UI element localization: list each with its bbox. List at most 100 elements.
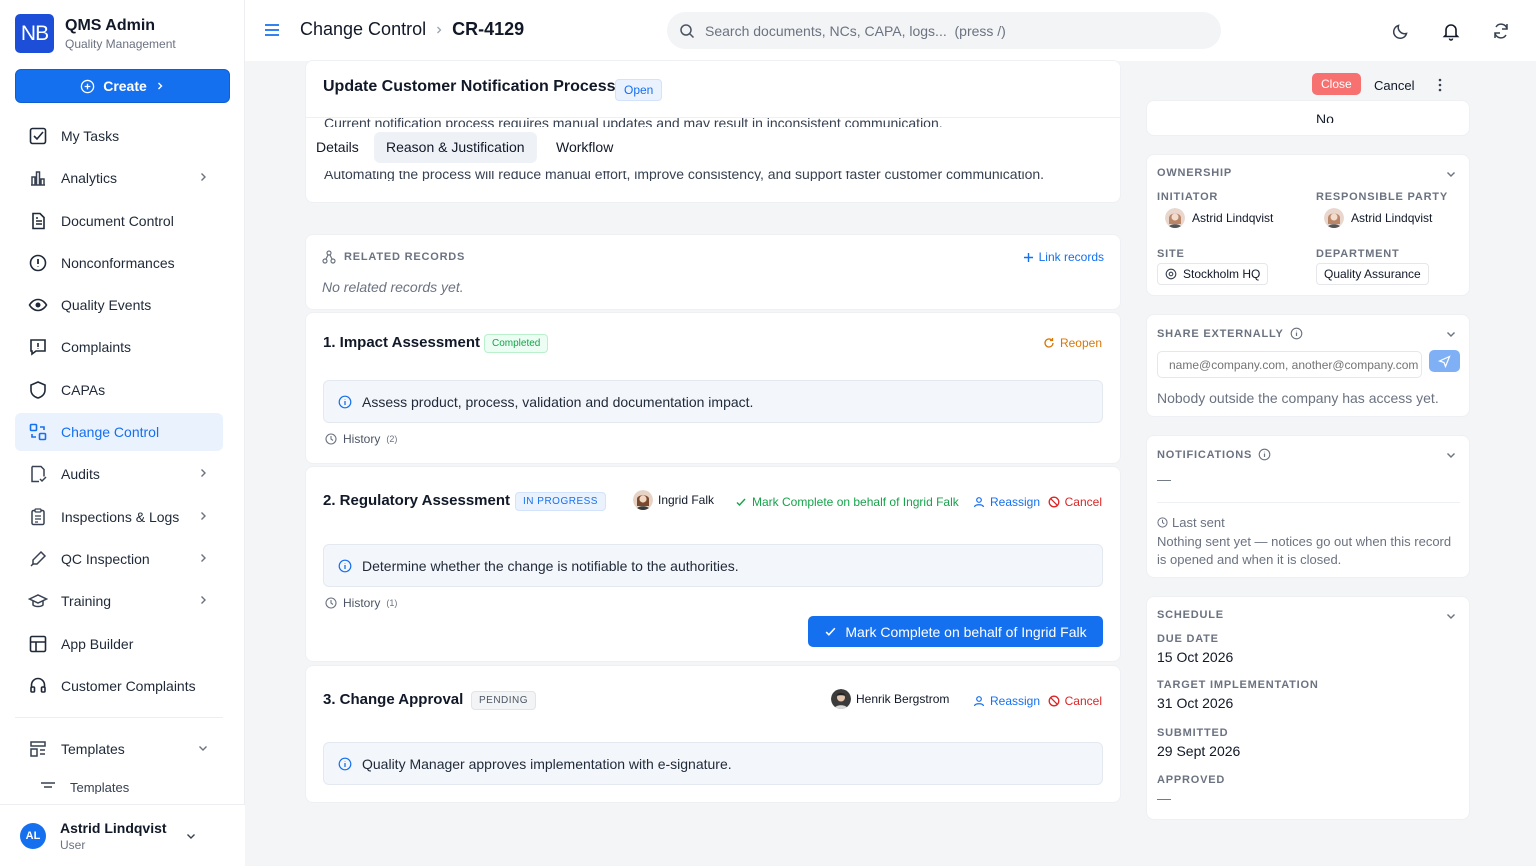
history-toggle[interactable]: History (1) <box>325 596 397 610</box>
sidebar: NB QMS Admin Quality Management Create M… <box>0 0 245 866</box>
nav-label: Analytics <box>61 170 118 187</box>
brand[interactable]: NB QMS Admin Quality Management <box>15 14 176 53</box>
history-toggle[interactable]: History (2) <box>325 432 397 446</box>
nav-item-inspections-logs[interactable]: Inspections & Logs <box>15 498 223 536</box>
nav-item-audits[interactable]: Audits <box>15 455 223 493</box>
nav-item-training[interactable]: Training <box>15 582 223 620</box>
initiator-name: Astrid Lindqvist <box>1192 211 1274 225</box>
refresh-icon[interactable] <box>1491 21 1511 41</box>
workflow-step-change-approval: 3. Change Approval PENDING Henrik Bergst… <box>305 665 1121 803</box>
nav-item-my-tasks[interactable]: My Tasks <box>15 117 223 155</box>
headset-icon <box>27 675 49 697</box>
search-input[interactable] <box>705 22 1185 39</box>
close-button[interactable]: Close <box>1312 73 1361 95</box>
nav-item-complaints[interactable]: Complaints <box>15 328 223 366</box>
tab-workflow[interactable]: Workflow <box>544 132 625 163</box>
chevron-down-icon[interactable] <box>1445 449 1457 461</box>
audit-icon <box>27 463 49 485</box>
info-icon <box>338 757 352 771</box>
reassign-label: Reassign <box>990 495 1041 509</box>
nav-item-customer-complaints[interactable]: Customer Complaints <box>15 667 223 705</box>
site-value: Stockholm HQ <box>1183 267 1261 281</box>
details-value: No <box>1316 111 1334 123</box>
workflow-step-impact-assessment: 1. Impact Assessment Completed Reopen As… <box>305 312 1121 464</box>
chevron-down-icon[interactable] <box>1445 328 1457 340</box>
chevron-down-icon[interactable] <box>1445 168 1457 180</box>
reassign-label: Reassign <box>990 694 1041 708</box>
breadcrumb-parent[interactable]: Change Control <box>300 19 426 40</box>
help-circle-icon[interactable] <box>1290 327 1303 340</box>
avatar <box>831 689 851 709</box>
notifications-header: NOTIFICATIONS <box>1157 448 1271 461</box>
clipboard-icon <box>27 506 49 528</box>
reopen-label: Reopen <box>1059 336 1102 350</box>
tab-details[interactable]: Details <box>306 132 371 163</box>
reassign-button[interactable]: Reassign <box>973 495 1040 509</box>
nav-item-change-control[interactable]: Change Control <box>15 413 223 452</box>
notifications-title: NOTIFICATIONS <box>1157 448 1253 461</box>
share-email-input[interactable] <box>1157 351 1422 378</box>
reopen-button[interactable]: Reopen <box>1043 336 1102 350</box>
user-menu[interactable]: AL Astrid Lindqvist User <box>0 804 245 866</box>
cancel-button[interactable]: Cancel <box>1374 78 1414 93</box>
step-info-text: Assess product, process, validation and … <box>362 393 754 410</box>
step-title: 2. Regulatory Assessment <box>323 492 511 509</box>
templates-icon <box>27 738 49 760</box>
status-badge: Completed <box>484 334 549 353</box>
search-bar[interactable] <box>667 12 1221 49</box>
nav-item-qc-inspection[interactable]: QC Inspection <box>15 540 223 578</box>
due-date-label: DUE DATE <box>1157 633 1219 645</box>
search-icon <box>679 23 695 39</box>
link-records-button[interactable]: Link records <box>1023 250 1104 264</box>
create-button[interactable]: Create <box>15 69 230 103</box>
step-info: Assess product, process, validation and … <box>323 380 1103 423</box>
templates-row[interactable]: Templates <box>15 730 223 768</box>
approved-value: — <box>1157 790 1171 806</box>
cancel-step-button[interactable]: Cancel <box>1048 495 1102 509</box>
eye-icon <box>27 294 49 316</box>
nav-label: Document Control <box>61 212 174 229</box>
related-records-header: RELATED RECORDS <box>322 250 465 264</box>
history-count: (2) <box>386 434 398 444</box>
nav-item-analytics[interactable]: Analytics <box>15 159 223 197</box>
nav-item-quality-events[interactable]: Quality Events <box>15 286 223 324</box>
send-button[interactable] <box>1429 350 1460 372</box>
info-icon <box>338 395 352 409</box>
chevron-down-icon[interactable] <box>1445 610 1457 622</box>
assignee: Ingrid Falk <box>633 490 714 510</box>
share-title: SHARE EXTERNALLY <box>1157 327 1284 340</box>
divider <box>1157 502 1460 503</box>
reassign-button[interactable]: Reassign <box>973 694 1040 708</box>
chevron-right-icon <box>197 467 209 479</box>
nav-item-capas[interactable]: CAPAs <box>15 371 223 409</box>
bell-icon[interactable] <box>1441 21 1461 41</box>
mark-complete-link[interactable]: Mark Complete on behalf of Ingrid Falk <box>735 495 959 509</box>
nav-item-document-control[interactable]: Document Control <box>15 202 223 240</box>
more-vertical-icon[interactable] <box>1434 77 1446 93</box>
chevron-down-icon <box>185 830 197 842</box>
plus-icon <box>1023 252 1034 263</box>
last-sent-text: Nothing sent yet — notices go out when t… <box>1157 534 1452 567</box>
target-value: 31 Oct 2026 <box>1157 695 1234 711</box>
mark-complete-button[interactable]: Mark Complete on behalf of Ingrid Falk <box>808 616 1103 647</box>
pipette-icon <box>27 548 49 570</box>
cancel-step-button[interactable]: Cancel <box>1048 694 1102 708</box>
moon-icon[interactable] <box>1391 21 1411 41</box>
status-badge: Open <box>615 79 663 101</box>
nav-label: Training <box>61 593 112 610</box>
tab-reason-justification[interactable]: Reason & Justification <box>374 132 537 163</box>
nav-item-templates-sub[interactable]: Templates <box>40 780 129 794</box>
details-panel-fragment: No <box>1146 100 1470 136</box>
responsible-name: Astrid Lindqvist <box>1351 211 1433 225</box>
clock-icon <box>325 433 337 445</box>
nav-item-nonconformances[interactable]: Nonconformances <box>15 244 223 282</box>
nav-item-templates[interactable]: Templates <box>15 730 223 772</box>
help-circle-icon[interactable] <box>1258 448 1271 461</box>
menu-toggle-icon[interactable] <box>263 22 281 38</box>
nav-item-app-builder[interactable]: App Builder <box>15 625 223 663</box>
ban-icon <box>1048 496 1060 508</box>
step-title: 1. Impact Assessment <box>323 334 481 351</box>
department-chip: Quality Assurance <box>1316 263 1429 285</box>
chevron-right-icon <box>197 552 209 564</box>
nav-label: My Tasks <box>61 128 120 144</box>
